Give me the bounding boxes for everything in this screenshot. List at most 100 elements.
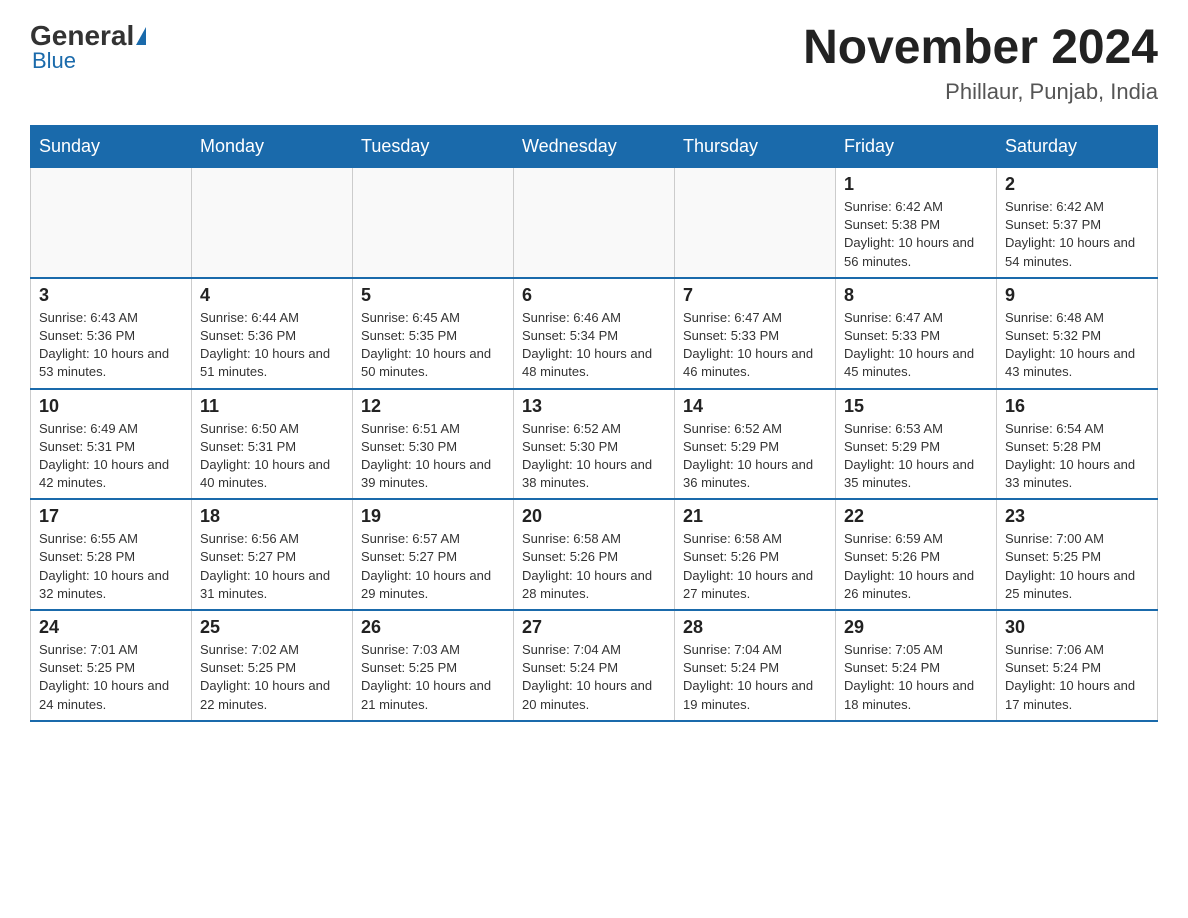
- calendar-cell: 26 Sunrise: 7:03 AMSunset: 5:25 PMDayligh…: [353, 610, 514, 721]
- day-info: Sunrise: 7:04 AMSunset: 5:24 PMDaylight:…: [683, 641, 827, 714]
- month-title: November 2024: [803, 20, 1158, 75]
- day-number: 14: [683, 396, 827, 417]
- day-info: Sunrise: 6:56 AMSunset: 5:27 PMDaylight:…: [200, 530, 344, 603]
- calendar-cell: 6 Sunrise: 6:46 AMSunset: 5:34 PMDaylight…: [514, 278, 675, 389]
- calendar-cell: 15 Sunrise: 6:53 AMSunset: 5:29 PMDayligh…: [836, 389, 997, 500]
- day-info: Sunrise: 6:52 AMSunset: 5:30 PMDaylight:…: [522, 420, 666, 493]
- day-number: 5: [361, 285, 505, 306]
- calendar-week-3: 10Sunrise: 6:49 AMSunset: 5:31 PMDayligh…: [31, 389, 1158, 500]
- day-header-wednesday: Wednesday: [514, 126, 675, 168]
- calendar-cell: 17 Sunrise: 6:55 AMSunset: 5:28 PMDayligh…: [31, 499, 192, 610]
- calendar-cell: 13 Sunrise: 6:52 AMSunset: 5:30 PMDayligh…: [514, 389, 675, 500]
- day-number: 25: [200, 617, 344, 638]
- calendar-week-2: 3Sunrise: 6:43 AMSunset: 5:36 PMDaylight…: [31, 278, 1158, 389]
- day-header-sunday: Sunday: [31, 126, 192, 168]
- calendar-cell: 23 Sunrise: 7:00 AMSunset: 5:25 PMDayligh…: [997, 499, 1158, 610]
- calendar-cell: [514, 168, 675, 278]
- day-info: Sunrise: 6:57 AMSunset: 5:27 PMDaylight:…: [361, 530, 505, 603]
- calendar-cell: 7Sunrise: 6:47 AMSunset: 5:33 PMDaylight…: [675, 278, 836, 389]
- day-info: Sunrise: 7:04 AMSunset: 5:24 PMDaylight:…: [522, 641, 666, 714]
- calendar-cell: 20 Sunrise: 6:58 AMSunset: 5:26 PMDayligh…: [514, 499, 675, 610]
- day-info: Sunrise: 6:44 AMSunset: 5:36 PMDaylight:…: [200, 309, 344, 382]
- calendar-cell: 2 Sunrise: 6:42 AMSunset: 5:37 PMDaylight…: [997, 168, 1158, 278]
- calendar-cell: 27Sunrise: 7:04 AMSunset: 5:24 PMDayligh…: [514, 610, 675, 721]
- day-info: Sunrise: 6:51 AMSunset: 5:30 PMDaylight:…: [361, 420, 505, 493]
- calendar-cell: 18 Sunrise: 6:56 AMSunset: 5:27 PMDayligh…: [192, 499, 353, 610]
- day-number: 28: [683, 617, 827, 638]
- day-number: 11: [200, 396, 344, 417]
- calendar-cell: 1 Sunrise: 6:42 AMSunset: 5:38 PMDaylight…: [836, 168, 997, 278]
- day-number: 15: [844, 396, 988, 417]
- day-number: 3: [39, 285, 183, 306]
- day-header-saturday: Saturday: [997, 126, 1158, 168]
- calendar-cell: 28 Sunrise: 7:04 AMSunset: 5:24 PMDayligh…: [675, 610, 836, 721]
- day-info: Sunrise: 6:47 AMSunset: 5:33 PMDaylight:…: [844, 309, 988, 382]
- day-number: 19: [361, 506, 505, 527]
- day-number: 30: [1005, 617, 1149, 638]
- day-number: 6: [522, 285, 666, 306]
- day-number: 23: [1005, 506, 1149, 527]
- title-section: November 2024 Phillaur, Punjab, India: [803, 20, 1158, 105]
- day-header-thursday: Thursday: [675, 126, 836, 168]
- calendar-cell: 3Sunrise: 6:43 AMSunset: 5:36 PMDaylight…: [31, 278, 192, 389]
- day-number: 21: [683, 506, 827, 527]
- day-info: Sunrise: 6:45 AMSunset: 5:35 PMDaylight:…: [361, 309, 505, 382]
- day-number: 4: [200, 285, 344, 306]
- calendar-cell: 8 Sunrise: 6:47 AMSunset: 5:33 PMDaylight…: [836, 278, 997, 389]
- calendar-header-row: SundayMondayTuesdayWednesdayThursdayFrid…: [31, 126, 1158, 168]
- day-info: Sunrise: 6:42 AMSunset: 5:38 PMDaylight:…: [844, 198, 988, 271]
- calendar-cell: 10Sunrise: 6:49 AMSunset: 5:31 PMDayligh…: [31, 389, 192, 500]
- day-number: 20: [522, 506, 666, 527]
- calendar-cell: [675, 168, 836, 278]
- calendar-week-5: 24Sunrise: 7:01 AMSunset: 5:25 PMDayligh…: [31, 610, 1158, 721]
- calendar-cell: 9 Sunrise: 6:48 AMSunset: 5:32 PMDaylight…: [997, 278, 1158, 389]
- logo-blue-text: Blue: [32, 48, 76, 74]
- calendar-cell: [353, 168, 514, 278]
- day-header-monday: Monday: [192, 126, 353, 168]
- calendar-cell: 21 Sunrise: 6:58 AMSunset: 5:26 PMDayligh…: [675, 499, 836, 610]
- day-info: Sunrise: 7:06 AMSunset: 5:24 PMDaylight:…: [1005, 641, 1149, 714]
- calendar-table: SundayMondayTuesdayWednesdayThursdayFrid…: [30, 125, 1158, 722]
- calendar-cell: 14Sunrise: 6:52 AMSunset: 5:29 PMDayligh…: [675, 389, 836, 500]
- day-info: Sunrise: 6:58 AMSunset: 5:26 PMDaylight:…: [683, 530, 827, 603]
- day-info: Sunrise: 6:42 AMSunset: 5:37 PMDaylight:…: [1005, 198, 1149, 271]
- day-info: Sunrise: 7:00 AMSunset: 5:25 PMDaylight:…: [1005, 530, 1149, 603]
- day-number: 2: [1005, 174, 1149, 195]
- day-info: Sunrise: 6:55 AMSunset: 5:28 PMDaylight:…: [39, 530, 183, 603]
- day-number: 26: [361, 617, 505, 638]
- day-number: 12: [361, 396, 505, 417]
- day-number: 13: [522, 396, 666, 417]
- day-info: Sunrise: 6:59 AMSunset: 5:26 PMDaylight:…: [844, 530, 988, 603]
- calendar-cell: [192, 168, 353, 278]
- day-number: 18: [200, 506, 344, 527]
- day-info: Sunrise: 6:58 AMSunset: 5:26 PMDaylight:…: [522, 530, 666, 603]
- calendar-cell: 12 Sunrise: 6:51 AMSunset: 5:30 PMDayligh…: [353, 389, 514, 500]
- day-info: Sunrise: 6:48 AMSunset: 5:32 PMDaylight:…: [1005, 309, 1149, 382]
- logo-triangle-icon: [136, 27, 146, 45]
- day-info: Sunrise: 6:46 AMSunset: 5:34 PMDaylight:…: [522, 309, 666, 382]
- day-info: Sunrise: 7:03 AMSunset: 5:25 PMDaylight:…: [361, 641, 505, 714]
- location-subtitle: Phillaur, Punjab, India: [803, 79, 1158, 105]
- calendar-cell: [31, 168, 192, 278]
- day-header-friday: Friday: [836, 126, 997, 168]
- day-info: Sunrise: 7:05 AMSunset: 5:24 PMDaylight:…: [844, 641, 988, 714]
- day-info: Sunrise: 6:53 AMSunset: 5:29 PMDaylight:…: [844, 420, 988, 493]
- calendar-cell: 11Sunrise: 6:50 AMSunset: 5:31 PMDayligh…: [192, 389, 353, 500]
- day-info: Sunrise: 6:47 AMSunset: 5:33 PMDaylight:…: [683, 309, 827, 382]
- day-number: 1: [844, 174, 988, 195]
- calendar-cell: 16Sunrise: 6:54 AMSunset: 5:28 PMDayligh…: [997, 389, 1158, 500]
- day-number: 17: [39, 506, 183, 527]
- calendar-cell: 19 Sunrise: 6:57 AMSunset: 5:27 PMDayligh…: [353, 499, 514, 610]
- day-number: 22: [844, 506, 988, 527]
- calendar-week-1: 1 Sunrise: 6:42 AMSunset: 5:38 PMDaylight…: [31, 168, 1158, 278]
- calendar-cell: 30 Sunrise: 7:06 AMSunset: 5:24 PMDayligh…: [997, 610, 1158, 721]
- logo: General Blue: [30, 20, 148, 74]
- day-header-tuesday: Tuesday: [353, 126, 514, 168]
- calendar-cell: 29Sunrise: 7:05 AMSunset: 5:24 PMDayligh…: [836, 610, 997, 721]
- day-number: 9: [1005, 285, 1149, 306]
- calendar-cell: 25Sunrise: 7:02 AMSunset: 5:25 PMDayligh…: [192, 610, 353, 721]
- calendar-cell: 24Sunrise: 7:01 AMSunset: 5:25 PMDayligh…: [31, 610, 192, 721]
- day-info: Sunrise: 6:54 AMSunset: 5:28 PMDaylight:…: [1005, 420, 1149, 493]
- calendar-cell: 22 Sunrise: 6:59 AMSunset: 5:26 PMDayligh…: [836, 499, 997, 610]
- day-number: 8: [844, 285, 988, 306]
